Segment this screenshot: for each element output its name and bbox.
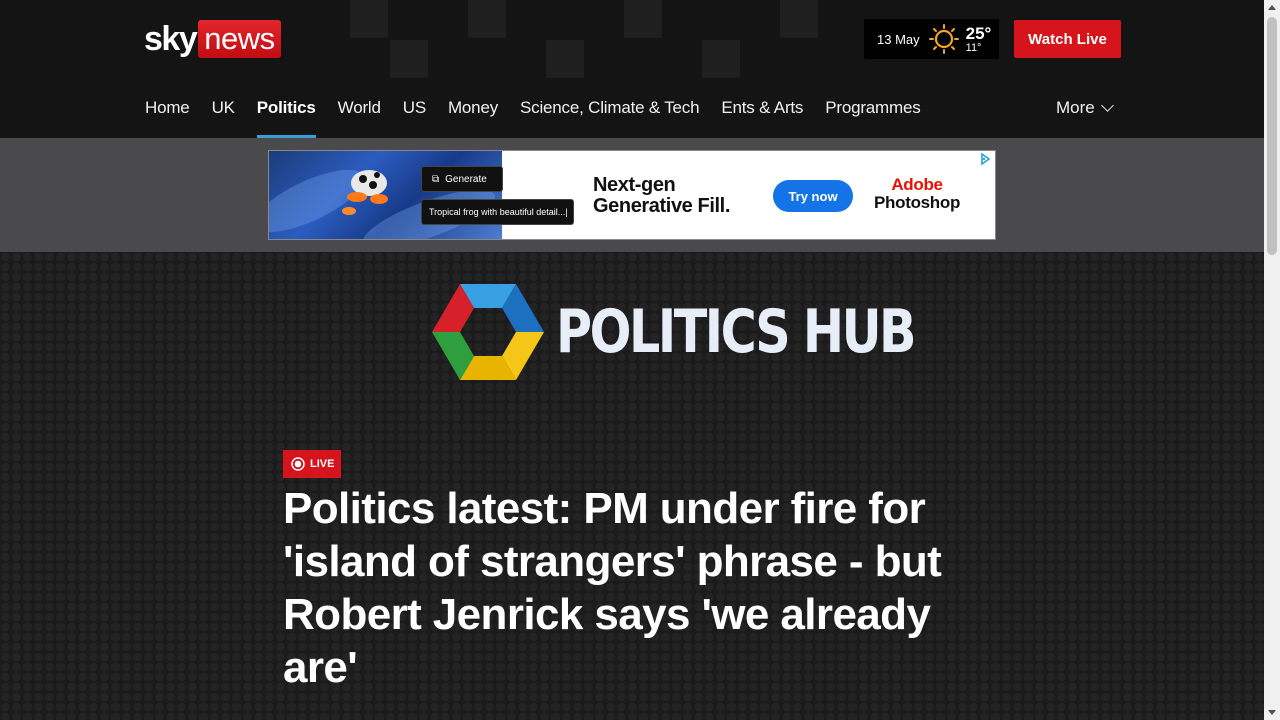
nav-more-button[interactable]: More [1056, 92, 1114, 124]
temperature-low: 11° [965, 41, 982, 54]
live-dot-icon [291, 457, 305, 471]
sun-icon [928, 24, 959, 54]
generate-prompt: Tropical frog with beautiful detail...| [421, 199, 574, 225]
live-badge: LIVE [283, 450, 341, 478]
nav-item-programmes[interactable]: Programmes [825, 92, 921, 138]
sky-news-logo[interactable]: sky news [144, 20, 281, 58]
generate-icon: ⧉ [432, 173, 440, 185]
live-badge-label: LIVE [310, 458, 335, 470]
site-header: sky news 13 May 25° 11° Watch Live Home [0, 0, 1264, 138]
nav-item-science-climate-tech[interactable]: Science, Climate & Tech [520, 92, 700, 138]
header-pattern [350, 0, 860, 78]
nav-more-label: More [1056, 98, 1095, 117]
ad-headline-line-1: Next-gen [593, 174, 676, 196]
temperature-high: 25° [965, 23, 992, 43]
ad-brand: Adobe Photoshop [874, 176, 960, 212]
article-headline: Politics latest: PM under fire for 'isla… [283, 484, 942, 692]
politics-hub-section: POLITICS HUB LIVE Politics latest: PM un… [0, 252, 1264, 720]
nav-item-us[interactable]: US [403, 92, 426, 138]
scroll-down-arrow-icon[interactable] [1268, 710, 1276, 715]
ad-try-now-button[interactable]: Try now [773, 180, 853, 212]
ad-brand-adobe: Adobe [891, 175, 943, 194]
ad-headline-line-2: Generative Fill. [593, 195, 730, 217]
page: sky news 13 May 25° 11° Watch Live Home [0, 0, 1264, 720]
weather-date: 13 May [877, 31, 920, 47]
ad-brand-photoshop: Photoshop [874, 193, 961, 212]
logo-news-text: news [198, 20, 281, 58]
nav-item-ents-arts[interactable]: Ents & Arts [721, 92, 803, 138]
adchoices-icon[interactable] [977, 152, 993, 166]
logo-sky-text: sky [144, 20, 198, 58]
ad-band: ⧉ Generate Tropical frog with beautiful … [0, 138, 1264, 252]
ad-headline: Next-gen Generative Fill. [593, 175, 730, 217]
weather-temps: 25° 11° [966, 25, 992, 54]
chevron-down-icon [1100, 98, 1114, 112]
politics-hub-logo[interactable]: POLITICS HUB [432, 282, 993, 382]
nav-item-politics[interactable]: Politics [256, 92, 316, 138]
ad-frog-image [269, 151, 502, 239]
nav-item-home[interactable]: Home [145, 92, 190, 138]
scroll-up-arrow-icon[interactable] [1268, 5, 1276, 10]
article-subheading-clipped [283, 712, 963, 720]
adobe-banner-ad[interactable]: ⧉ Generate Tropical frog with beautiful … [268, 150, 996, 240]
nav-item-uk[interactable]: UK [212, 92, 235, 138]
frog-illustration [342, 170, 388, 215]
nav-item-world[interactable]: World [338, 92, 381, 138]
generate-pill: ⧉ Generate [421, 166, 503, 192]
hexagon-logo-icon [432, 284, 544, 380]
weather-widget[interactable]: 13 May 25° 11° [864, 19, 999, 59]
watch-live-button[interactable]: Watch Live [1014, 20, 1121, 58]
generate-label: Generate [445, 173, 487, 185]
page-scrollbar[interactable] [1264, 0, 1280, 720]
main-nav: Home UK Politics World US Money Science,… [145, 92, 943, 138]
nav-item-money[interactable]: Money [448, 92, 498, 138]
scrollbar-thumb[interactable] [1267, 17, 1277, 255]
politics-hub-title: POLITICS HUB [556, 297, 917, 367]
